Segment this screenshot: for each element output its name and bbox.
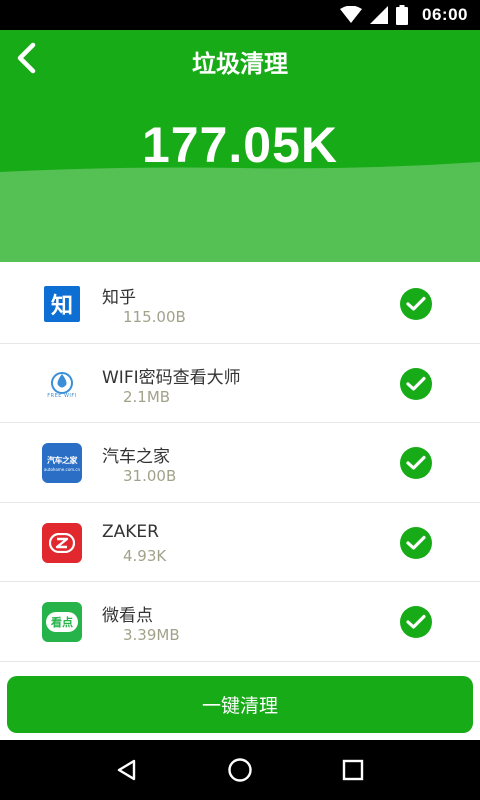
app-name: ZAKER bbox=[102, 521, 159, 542]
checkmark-icon[interactable] bbox=[400, 367, 432, 400]
header: 垃圾清理 177.05K bbox=[0, 30, 480, 262]
checkmark-icon[interactable] bbox=[400, 606, 432, 638]
nav-recents-button[interactable] bbox=[333, 750, 373, 790]
square-recents-icon bbox=[343, 759, 364, 781]
nav-back-button[interactable] bbox=[107, 750, 147, 790]
checkmark-icon[interactable] bbox=[400, 288, 432, 320]
app-name: 知乎 bbox=[102, 288, 136, 308]
app-size: 4.93K bbox=[123, 546, 167, 565]
list-item-zhihu[interactable]: 知 知乎 115.00B bbox=[0, 264, 480, 344]
list-item-wifi-master[interactable]: FREE WIFI WIFI密码查看大师 2.1MB bbox=[0, 344, 480, 423]
triangle-back-icon bbox=[117, 759, 135, 781]
app-size: 2.1MB bbox=[123, 387, 171, 406]
zaker-icon bbox=[42, 522, 82, 563]
kandian-icon-text: 看点 bbox=[46, 612, 78, 632]
app-name: 汽车之家 bbox=[102, 447, 170, 467]
app-size: 3.39MB bbox=[123, 626, 180, 644]
nav-home-button[interactable] bbox=[220, 750, 260, 790]
autohome-icon-text: 汽车之家 bbox=[47, 455, 78, 465]
kandian-icon: 看点 bbox=[42, 602, 82, 642]
checkmark-icon[interactable] bbox=[400, 526, 432, 559]
total-junk-size: 177.05K bbox=[141, 117, 339, 173]
app-size: 115.00B bbox=[123, 308, 186, 326]
app-name: WIFI密码查看大师 bbox=[102, 367, 241, 388]
app-list: 知 知乎 115.00B FREE WIFI WIFI密码查看大师 2.1MB … bbox=[0, 264, 480, 662]
list-item-autohome[interactable]: 汽车之家 autohome.com.cn 汽车之家 31.00B bbox=[0, 423, 480, 503]
list-item-zaker[interactable]: ZAKER 4.93K bbox=[0, 503, 480, 582]
app-name: 微看点 bbox=[102, 606, 153, 626]
wifi-signal-icon bbox=[340, 6, 363, 23]
circle-home-icon bbox=[228, 758, 252, 782]
zhihu-icon: 知 bbox=[44, 286, 80, 322]
autohome-icon-subtext: autohome.com.cn bbox=[43, 466, 81, 472]
one-click-clean-button[interactable]: 一键清理 bbox=[7, 676, 473, 733]
battery-icon bbox=[396, 5, 409, 25]
status-time: 06:00 bbox=[422, 5, 468, 24]
autohome-icon: 汽车之家 autohome.com.cn bbox=[42, 443, 82, 483]
wifi-icon-text: FREE WIFI bbox=[47, 392, 77, 399]
page-title: 垃圾清理 bbox=[192, 50, 288, 78]
wifi-master-icon: FREE WIFI bbox=[42, 363, 82, 404]
app-size: 31.00B bbox=[123, 467, 177, 485]
cell-signal-icon bbox=[370, 6, 389, 24]
status-bar: 06:00 bbox=[0, 0, 480, 30]
navigation-bar bbox=[0, 740, 480, 800]
checkmark-icon[interactable] bbox=[400, 447, 432, 479]
list-item-kandian[interactable]: 看点 微看点 3.39MB bbox=[0, 582, 480, 662]
